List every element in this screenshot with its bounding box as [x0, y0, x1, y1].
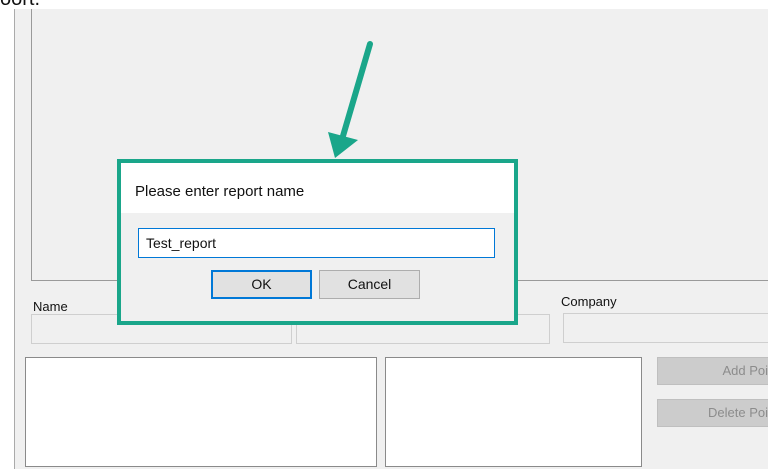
pointer-arrow-icon	[328, 41, 373, 158]
name-label: Name	[33, 299, 68, 314]
dialog-header: Please enter report name	[121, 163, 514, 213]
report-name-dialog: Please enter report name OK Cancel	[117, 159, 518, 325]
company-field[interactable]	[563, 313, 768, 343]
delete-point-button[interactable]: Delete Poi	[657, 399, 768, 427]
left-list[interactable]	[25, 357, 377, 467]
company-label: Company	[561, 294, 617, 309]
add-point-button[interactable]: Add Poi	[657, 357, 768, 385]
right-list[interactable]	[385, 357, 642, 467]
cancel-button[interactable]: Cancel	[319, 270, 420, 299]
dialog-title: Please enter report name	[135, 183, 305, 200]
report-name-input[interactable]	[138, 228, 495, 258]
ok-button[interactable]: OK	[211, 270, 312, 299]
